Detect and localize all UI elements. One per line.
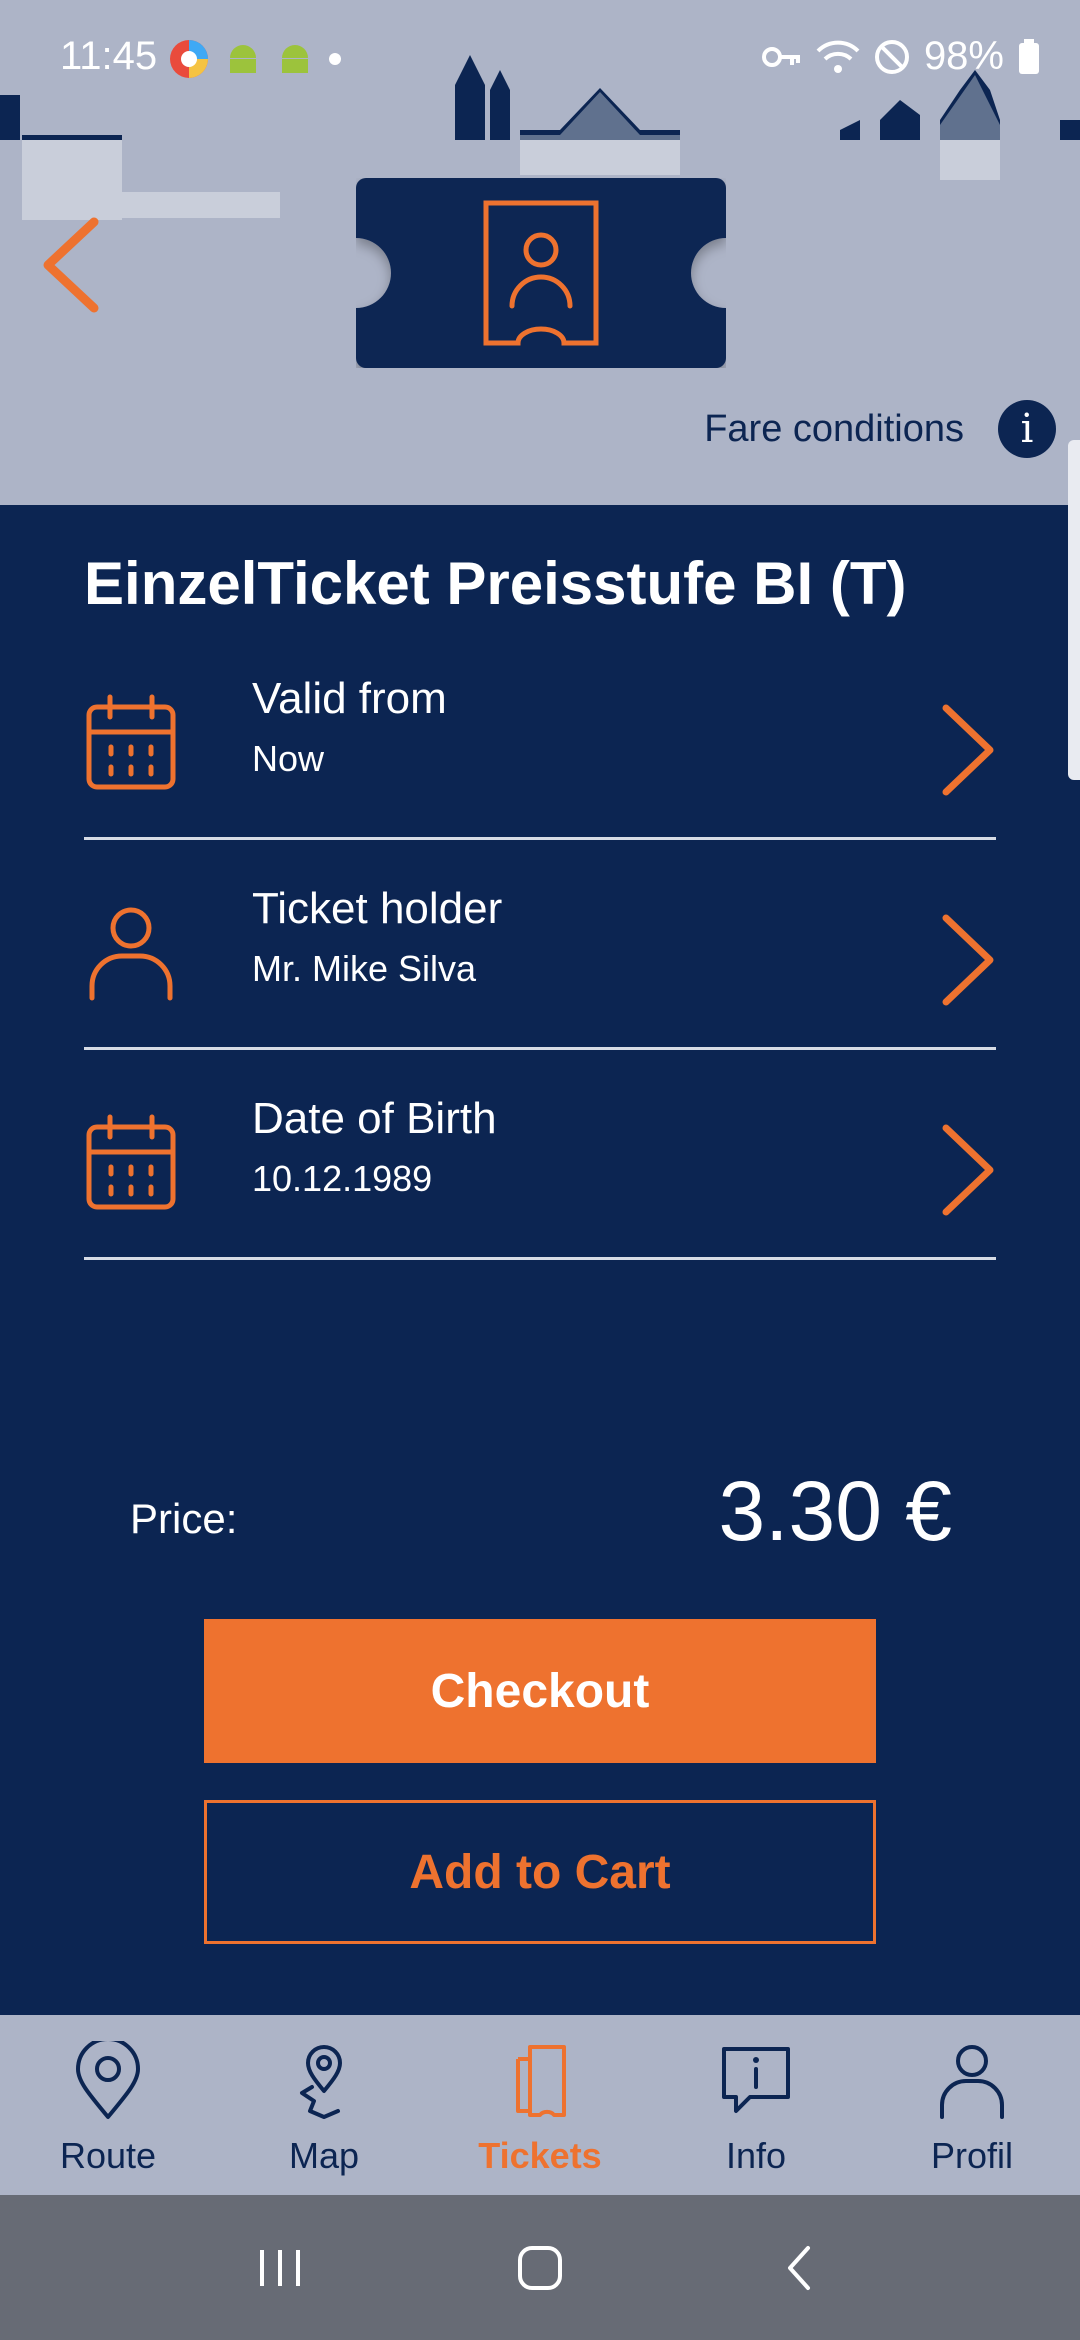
valid-from-row[interactable]: Valid from Now: [84, 630, 996, 840]
wifi-icon: [816, 40, 860, 73]
dot-icon: [329, 53, 341, 65]
nav-tickets[interactable]: Tickets: [432, 2015, 648, 2195]
fare-conditions-link[interactable]: Fare conditions i: [704, 400, 1056, 458]
home-icon[interactable]: [500, 2228, 580, 2308]
date-of-birth-value: 10.12.1989: [252, 1158, 433, 1199]
android-icon: [282, 45, 308, 73]
ticket-holder-row[interactable]: Ticket holder Mr. Mike Silva: [84, 840, 996, 1050]
bottom-navigation: Route Map Tickets Info Profil: [0, 2015, 1080, 2195]
android-icon: [230, 45, 256, 73]
tickets-icon: [516, 2045, 566, 2117]
nav-route[interactable]: Route: [0, 2015, 216, 2195]
ticket-title: EinzelTicket Preisstufe BI (T): [84, 550, 907, 617]
date-of-birth-label: Date of Birth: [252, 1094, 497, 1143]
key-icon: [761, 46, 800, 67]
nav-tickets-label: Tickets: [478, 2135, 602, 2176]
info-bubble-icon: [722, 2047, 790, 2113]
checkout-button[interactable]: Checkout: [204, 1619, 876, 1763]
dnd-icon: [874, 39, 909, 74]
calendar-icon: [86, 1114, 176, 1210]
battery-icon: [1019, 38, 1039, 74]
notification-icons: [168, 38, 342, 80]
header: 11:45 98% Fare conditions i: [0, 0, 1080, 505]
price-label: Price:: [130, 1495, 238, 1542]
add-to-cart-button[interactable]: Add to Cart: [204, 1800, 876, 1944]
system-navigation-bar: [0, 2195, 1080, 2340]
ticket-holder-value: Mr. Mike Silva: [252, 948, 477, 989]
battery-level: 98%: [923, 34, 1004, 78]
fare-conditions-label: Fare conditions: [704, 407, 964, 450]
info-icon[interactable]: i: [998, 400, 1056, 458]
ticket-details: EinzelTicket Preisstufe BI (T) Valid fro…: [0, 505, 1080, 2015]
price-value: 3.30 €: [718, 1464, 952, 1558]
valid-from-value: Now: [252, 738, 325, 779]
nav-map-label: Map: [288, 2135, 360, 2176]
nav-map[interactable]: Map: [216, 2015, 432, 2195]
status-right: 98%: [761, 34, 1040, 79]
nav-info-label: Info: [725, 2135, 787, 2176]
person-icon: [89, 907, 173, 1001]
back-icon[interactable]: [760, 2228, 840, 2308]
nav-info[interactable]: Info: [648, 2015, 864, 2195]
back-chevron-icon[interactable]: [36, 210, 106, 320]
nav-route-label: Route: [59, 2135, 157, 2176]
app-notification-icon: [170, 40, 208, 78]
chevron-right-icon: [942, 914, 994, 1006]
valid-from-label: Valid from: [252, 674, 447, 723]
profile-icon: [940, 2045, 1004, 2119]
location-pin-icon: [76, 2041, 140, 2119]
map-pin-icon: [300, 2045, 342, 2119]
nav-profil-label: Profil: [930, 2135, 1014, 2176]
chevron-right-icon: [942, 704, 994, 796]
ticket-holder-label: Ticket holder: [252, 884, 503, 933]
status-bar: 11:45 98%: [0, 0, 1080, 110]
calendar-icon: [86, 694, 176, 790]
recent-apps-icon[interactable]: [240, 2228, 320, 2308]
status-time: 11:45: [60, 34, 158, 78]
ticket-badge-icon: [356, 178, 726, 368]
nav-profil[interactable]: Profil: [864, 2015, 1080, 2195]
date-of-birth-row[interactable]: Date of Birth 10.12.1989: [84, 1050, 996, 1260]
chevron-right-icon: [942, 1124, 994, 1216]
